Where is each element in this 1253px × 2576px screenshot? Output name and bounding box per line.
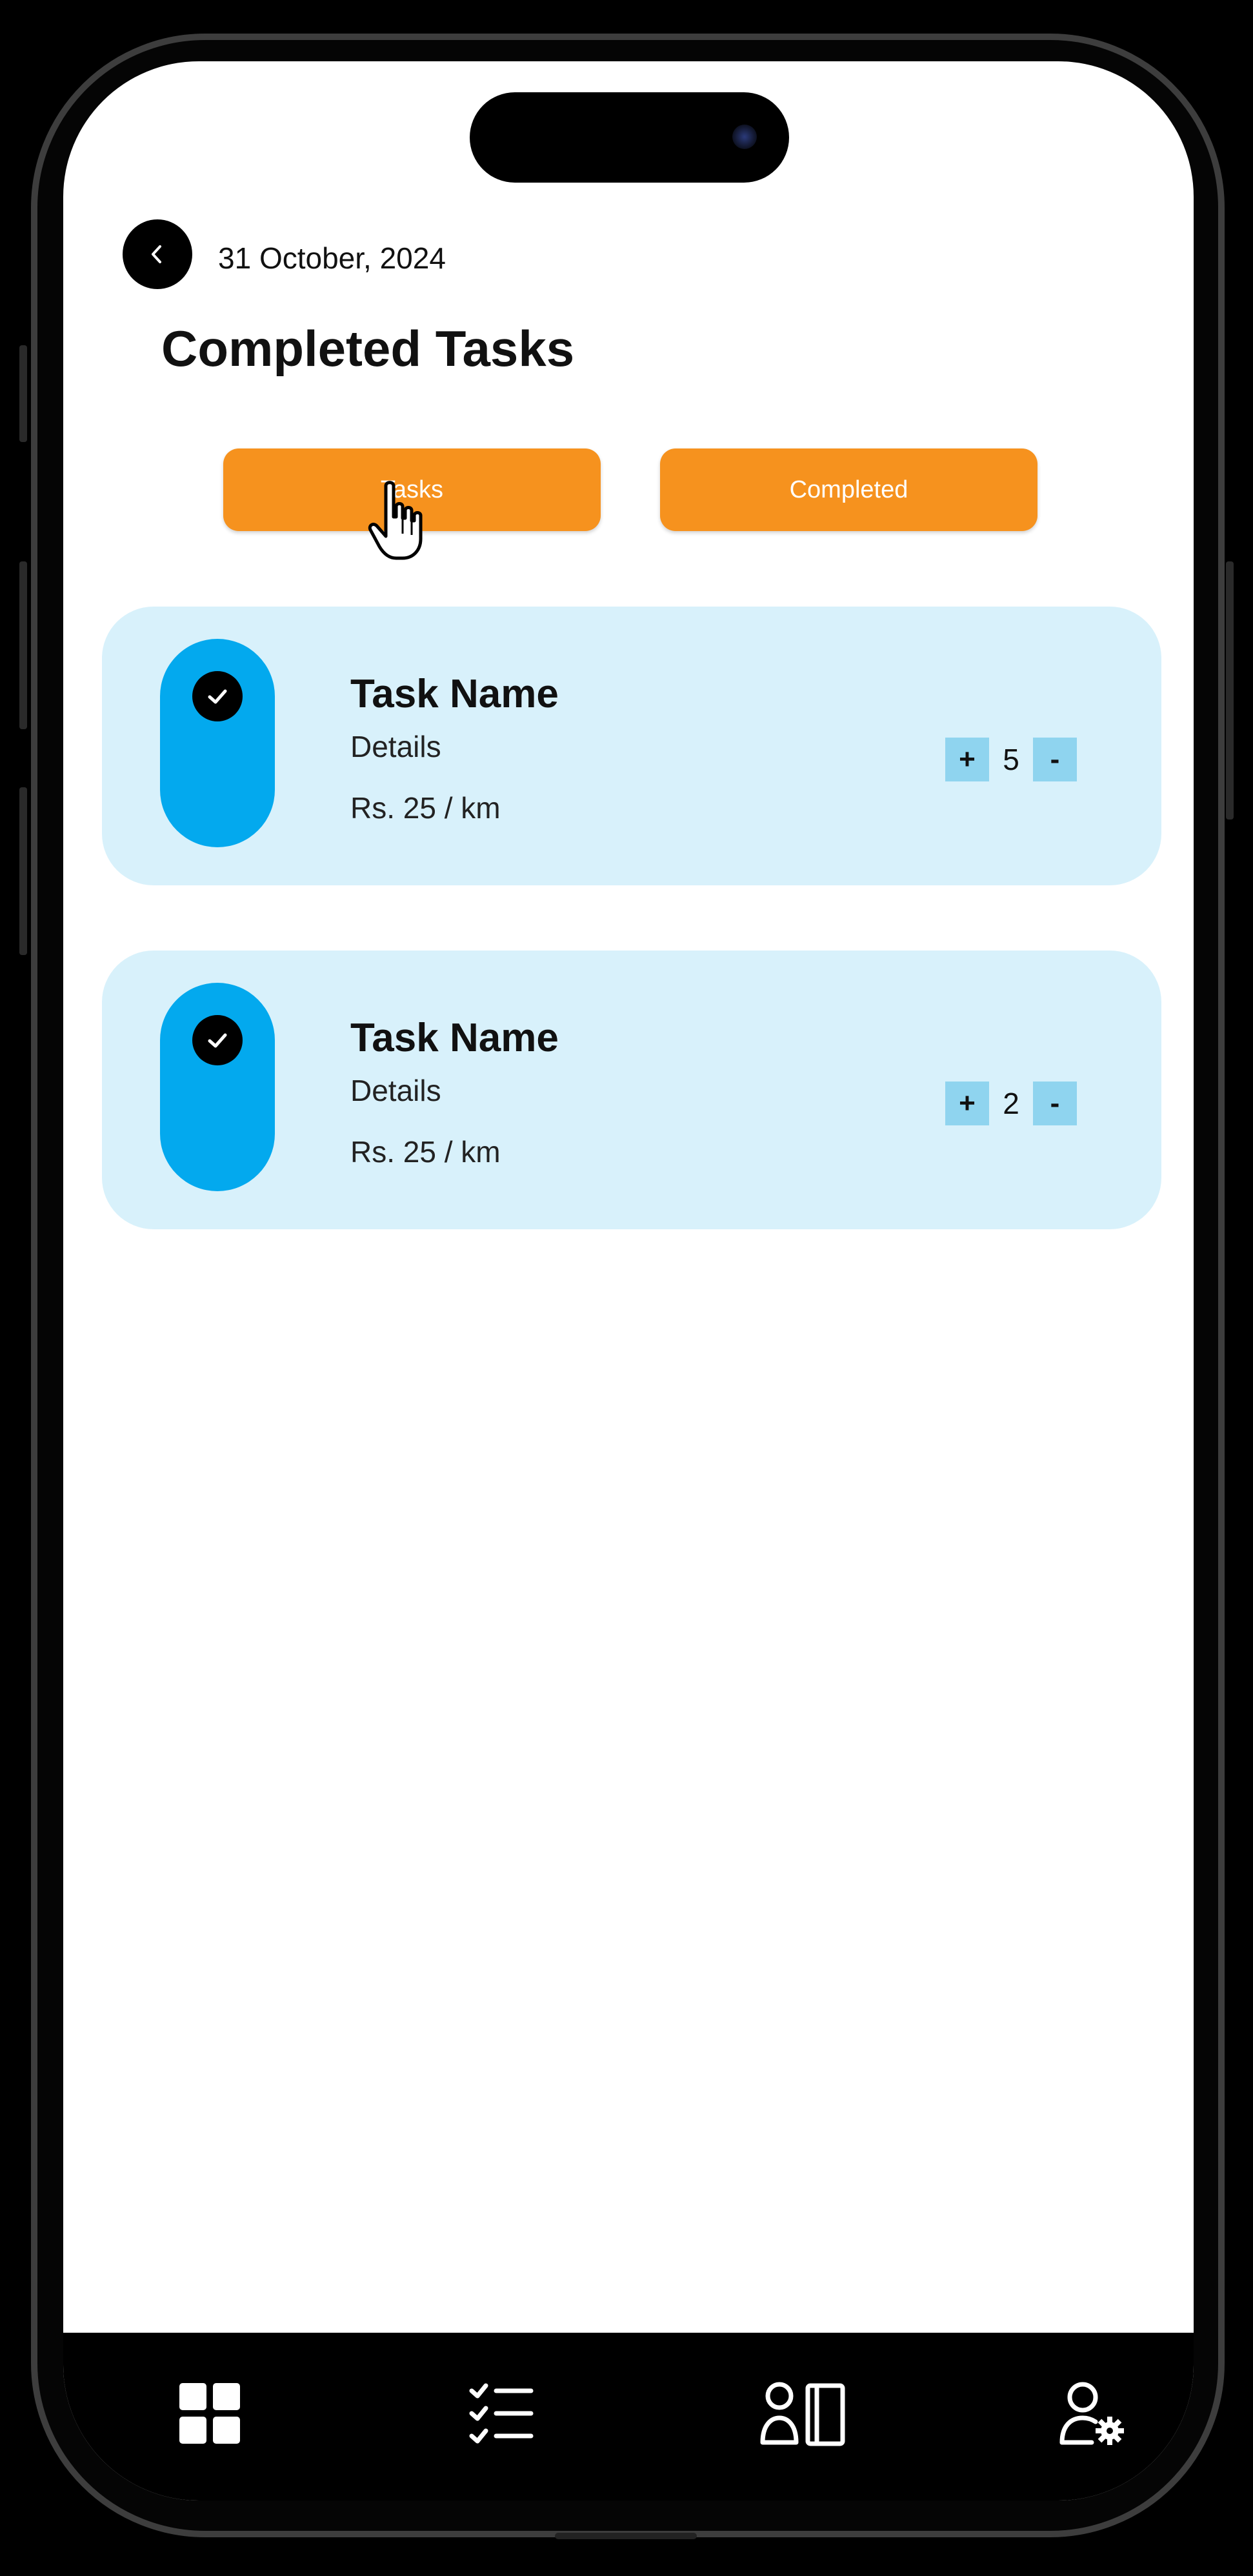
task-details: Details [350,1074,441,1107]
quantity-stepper: + 2 - [945,1081,1077,1126]
front-camera [732,125,757,149]
task-name: Task Name [350,1016,559,1060]
decrement-button[interactable]: - [1033,738,1077,781]
phone-screen: 31 October, 2024 Completed Tasks Tasks C… [63,61,1194,2501]
mute-switch [19,345,27,442]
tab-completed-label: Completed [789,476,908,503]
checkmark-icon[interactable] [192,1015,243,1065]
increment-button[interactable]: + [945,738,989,781]
task-name: Task Name [350,672,559,716]
dynamic-island [470,92,789,183]
task-status-pill [160,983,275,1191]
task-card[interactable]: Task Name Details Rs. 25 / km + 2 - [102,951,1161,1229]
user-settings-icon[interactable] [1057,2378,1128,2449]
chevron-left-icon [152,245,161,263]
dashboard-icon[interactable] [174,2378,245,2449]
back-button[interactable] [123,219,192,289]
hand-cursor-icon [368,481,423,560]
quantity-value: 2 [1003,1087,1019,1120]
task-rate: Rs. 25 / km [350,1135,501,1169]
power-button [1226,561,1234,820]
quantity-value: 5 [1003,743,1019,776]
volume-up-button [19,561,27,729]
home-indicator [555,2533,697,2539]
decrement-button[interactable]: - [1033,1082,1077,1125]
task-card[interactable]: Task Name Details Rs. 25 / km + 5 - [102,607,1161,885]
page-title: Completed Tasks [161,320,575,377]
task-rate: Rs. 25 / km [350,791,501,825]
bottom-nav [63,2333,1194,2501]
increment-button[interactable]: + [945,1082,989,1125]
task-list-icon[interactable] [466,2378,537,2449]
task-status-pill [160,639,275,847]
task-details: Details [350,730,441,763]
volume-down-button [19,787,27,955]
quantity-stepper: + 5 - [945,737,1077,782]
checkmark-icon[interactable] [192,671,243,721]
tab-completed[interactable]: Completed [660,448,1037,531]
date-label: 31 October, 2024 [218,241,446,275]
user-board-icon[interactable] [759,2378,849,2449]
